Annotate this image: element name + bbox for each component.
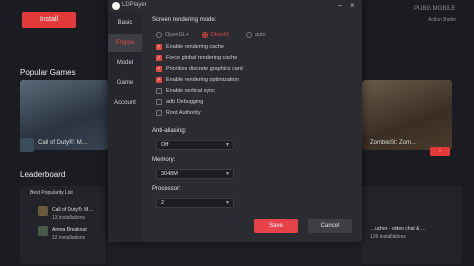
game-get-tag[interactable]: › [430,147,450,156]
game-thumb-left [20,138,34,152]
radio-label: auto [255,32,266,38]
chevron-down-icon: ▼ [225,171,230,177]
checkbox-vertical-sync[interactable]: Enable vertical sync [156,88,215,94]
chevron-down-icon: ▼ [225,200,230,206]
memory-select[interactable]: 3048M ▼ [156,169,234,179]
sidebar-item-account[interactable]: Account [108,94,142,112]
checkbox-box [156,88,162,94]
save-button[interactable]: Save [254,219,298,233]
checkbox-check-icon: ✓ [156,66,162,72]
radio-dot [202,32,208,38]
checkbox-box [156,99,162,105]
list-thumb [38,226,48,236]
popular-games-heading: Popular Games [20,68,76,77]
app-title: LDPlayer [122,2,147,8]
game-name-left: Call of Duty®: M… [38,140,88,146]
install-button[interactable]: Install [22,12,76,28]
leaderboard-list-left: Best Popularity List Call of Duty®: M… 1… [20,186,106,264]
list-item[interactable]: Arena Breakout [52,227,87,233]
radio-label: DirectX [211,32,230,38]
sidebar-item-basic[interactable]: Basic [108,14,142,32]
list-item-installs: 13 installations [52,215,86,221]
best-popularity-label: Best Popularity List [30,190,73,196]
cancel-button[interactable]: Cancel [308,219,352,233]
pubg-title: PUBG MOBILE [414,6,456,12]
memory-value: 3048M [161,171,178,177]
checkbox-prioritize-discrete-gpu[interactable]: ✓ Prioritize discrete graphics card [156,66,243,72]
radio-label: OpenGL+ [165,32,190,38]
radio-dot [156,32,162,38]
checkbox-adb-debugging[interactable]: adb Debugging [156,99,203,105]
anti-aliasing-value: Off [161,142,169,148]
checkbox-enable-rendering-cache[interactable]: ✓ Enable rendering cache [156,44,224,50]
pubg-subtitle: Action Battle [428,17,457,23]
game-name-right: ZombieSt: Zom… [370,140,418,146]
checkbox-check-icon: ✓ [156,55,162,61]
radio-dot [246,32,252,38]
sidebar-item-game[interactable]: Game [108,74,142,92]
checkbox-check-icon: ✓ [156,77,162,83]
checkbox-label: Force global rendering cache [166,55,238,61]
settings-sidebar: Basic Engine Model Game Account [108,12,142,242]
memory-label: Memory: [152,157,176,163]
radio-auto[interactable]: auto [246,32,266,38]
radio-opengl[interactable]: OpenGL+ [156,32,189,38]
sidebar-item-model[interactable]: Model [108,54,142,72]
processor-label: Processor: [152,186,181,192]
checkbox-force-global-cache[interactable]: ✓ Force global rendering cache [156,55,237,61]
list-thumb [38,206,48,216]
list-item-installs: 126 installations [370,234,406,240]
checkbox-box [156,110,162,116]
dialog-titlebar: LDPlayer – × [108,0,362,12]
screen-rendering-mode-label: Screen rendering mode: [152,17,217,23]
checkbox-label: Root Authority [166,110,201,116]
leaderboard-list-right: …ucher - video chat & … 126 installation… [362,186,462,264]
processor-select[interactable]: 2 ▼ [156,198,234,208]
settings-dialog: LDPlayer – × Basic Engine Model Game Acc… [108,0,362,242]
list-item-installs: 12 installations [52,235,86,241]
sidebar-item-engine[interactable]: Engine [108,34,142,52]
checkbox-rendering-optimization[interactable]: ✓ Enable rendering optimization [156,77,239,83]
list-item[interactable]: …ucher - video chat & … [370,226,426,232]
list-item[interactable]: Call of Duty®: M… [52,207,93,213]
close-icon[interactable]: × [350,1,355,11]
checkbox-label: Enable vertical sync [166,88,215,94]
leaderboard-heading: Leaderboard [20,170,66,179]
checkbox-label: adb Debugging [166,99,204,105]
chevron-down-icon: ▼ [225,142,230,148]
checkbox-root-authority[interactable]: Root Authority [156,110,201,116]
processor-value: 2 [161,200,165,206]
app-logo-icon [112,2,120,10]
minimize-icon[interactable]: – [338,1,342,11]
checkbox-check-icon: ✓ [156,44,162,50]
anti-aliasing-select[interactable]: Off ▼ [156,140,234,150]
checkbox-label: Prioritize discrete graphics card [166,66,243,72]
checkbox-label: Enable rendering cache [166,44,225,50]
anti-aliasing-label: Anti-aliasing: [152,128,187,134]
radio-directx[interactable]: DirectX [202,32,229,38]
checkbox-label: Enable rendering optimization [166,77,239,83]
